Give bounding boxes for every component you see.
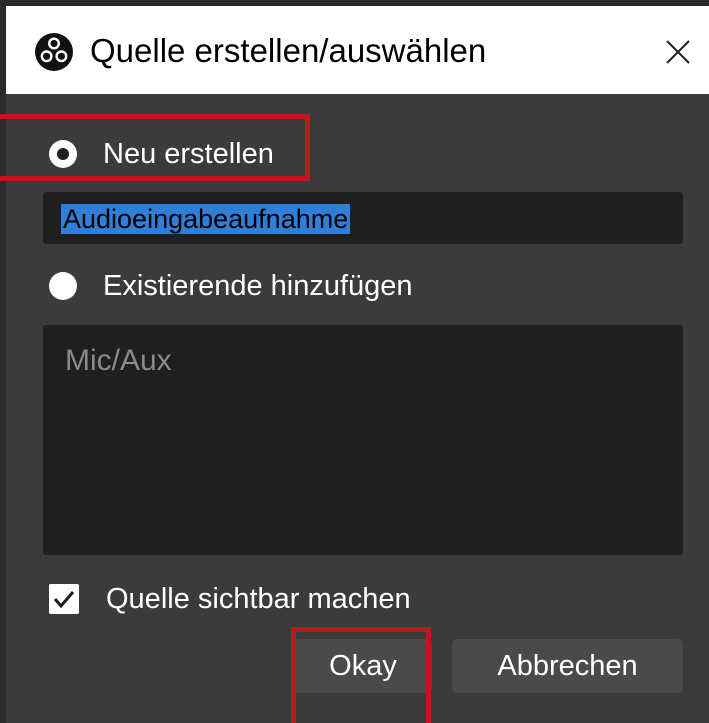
visible-option[interactable]: Quelle sichtbar machen bbox=[49, 581, 411, 617]
add-existing-radio[interactable] bbox=[49, 272, 77, 300]
source-dialog: Quelle erstellen/auswählen Neu erstellen… bbox=[0, 0, 709, 723]
obs-logo-icon bbox=[35, 33, 73, 71]
window-title: Quelle erstellen/auswählen bbox=[90, 32, 487, 69]
dialog-content: Neu erstellen Audioeingabeaufnahme Exist… bbox=[6, 94, 709, 723]
add-existing-label: Existierende hinzufügen bbox=[103, 270, 413, 302]
visible-label: Quelle sichtbar machen bbox=[106, 583, 411, 615]
cancel-button[interactable]: Abbrechen bbox=[452, 639, 683, 693]
source-name-value: Audioeingabeaufnahme bbox=[61, 204, 351, 234]
source-name-input[interactable]: Audioeingabeaufnahme bbox=[43, 192, 683, 244]
okay-button[interactable]: Okay bbox=[294, 639, 432, 693]
create-new-label: Neu erstellen bbox=[103, 138, 274, 170]
list-item[interactable]: Mic/Aux bbox=[65, 343, 661, 379]
visible-checkbox[interactable] bbox=[49, 584, 79, 614]
title-bar: Quelle erstellen/auswählen bbox=[6, 6, 709, 94]
create-new-option[interactable]: Neu erstellen bbox=[49, 136, 274, 172]
existing-sources-list[interactable]: Mic/Aux bbox=[43, 325, 683, 555]
add-existing-option[interactable]: Existierende hinzufügen bbox=[49, 268, 413, 304]
create-new-radio[interactable] bbox=[49, 140, 77, 168]
close-icon[interactable] bbox=[658, 32, 698, 72]
